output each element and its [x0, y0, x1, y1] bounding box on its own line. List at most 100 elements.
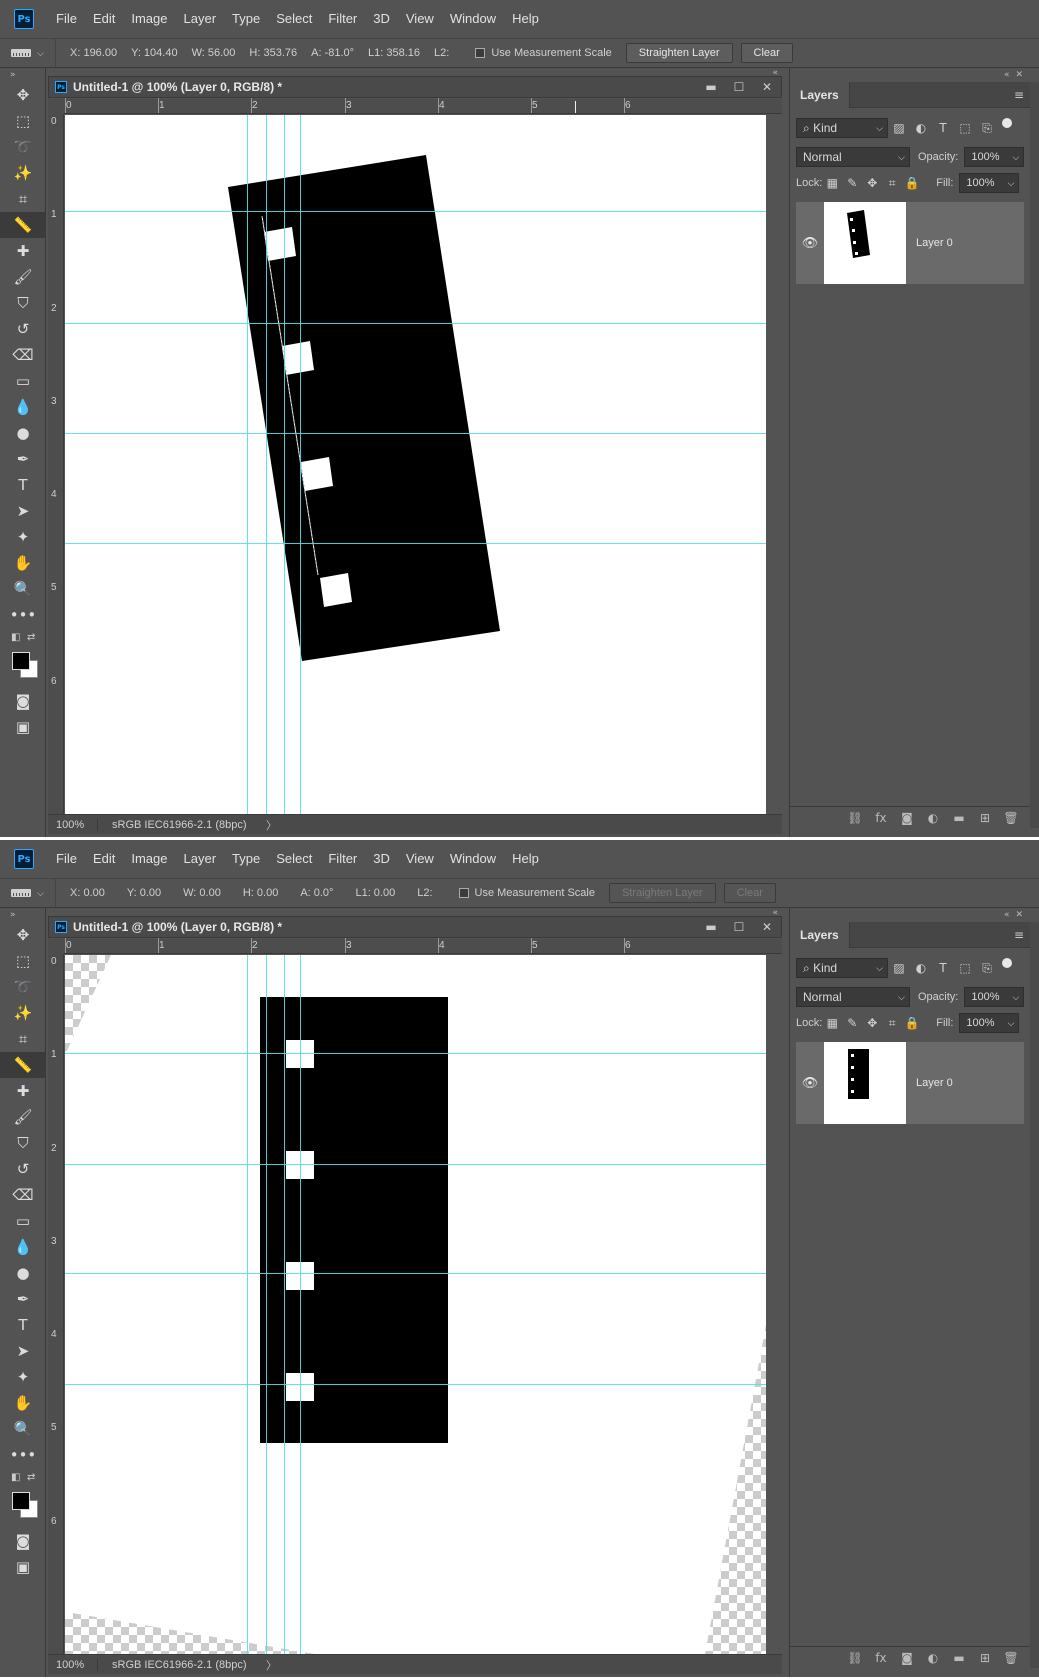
canvas[interactable]	[65, 955, 766, 1654]
layer-style-icon[interactable]: fx	[868, 1651, 894, 1665]
screen-mode-icon[interactable]: ▣	[0, 714, 46, 740]
kind-filter-select[interactable]: ⌕ Kind ⌵	[796, 118, 888, 138]
gradient-tool-icon[interactable]: ▭	[0, 1208, 46, 1234]
more-tools-icon[interactable]: •••	[0, 602, 46, 628]
gradient-tool-icon[interactable]: ▭	[0, 368, 46, 394]
opacity-input[interactable]: 100% ⌵	[964, 147, 1025, 167]
new-group-icon[interactable]: ▬	[946, 1651, 972, 1665]
close-icon[interactable]: ✕	[753, 920, 781, 934]
use-measurement-scale-checkbox[interactable]: Use Measurement Scale	[458, 887, 595, 899]
menu-window[interactable]: Window	[442, 0, 504, 38]
horizontal-guide[interactable]	[65, 1164, 766, 1165]
hand-tool-icon[interactable]: ✋	[0, 1390, 46, 1416]
menu-view[interactable]: View	[398, 840, 442, 878]
menu-image[interactable]: Image	[123, 0, 175, 38]
delete-layer-icon[interactable]: 🗑	[998, 1651, 1024, 1665]
eraser-tool-icon[interactable]: ⌫	[0, 342, 46, 368]
canvas-area[interactable]	[65, 955, 766, 1654]
tab-layers[interactable]: Layers	[790, 922, 850, 948]
zoom-tool-icon[interactable]: 🔍	[0, 576, 46, 602]
tool-preset-picker[interactable]: ⌵	[0, 879, 56, 907]
type-tool-icon[interactable]: T	[0, 472, 46, 498]
photoshop-logo-icon[interactable]: Ps	[14, 849, 34, 869]
horizontal-guide[interactable]	[65, 211, 766, 212]
magic-wand-tool-icon[interactable]: ✨	[0, 160, 46, 186]
lock-position-icon[interactable]: ✥	[862, 1016, 882, 1030]
horizontal-guide[interactable]	[65, 1053, 766, 1054]
menu-type[interactable]: Type	[224, 840, 268, 878]
lock-artboard-icon[interactable]: ⌗	[882, 176, 902, 191]
canvas-area[interactable]	[65, 115, 766, 814]
layer-thumbnail[interactable]	[824, 202, 906, 284]
ruler-origin[interactable]	[48, 99, 64, 114]
menu-3d[interactable]: 3D	[365, 0, 398, 38]
vertical-ruler[interactable]: 0 1 2 3 4 5 6	[48, 954, 64, 1654]
clone-stamp-tool-icon[interactable]: ⛉	[0, 290, 46, 316]
dodge-tool-icon[interactable]: ●	[0, 420, 46, 446]
fill-input[interactable]: 100% ⌵	[959, 1013, 1020, 1033]
vertical-guide[interactable]	[266, 115, 267, 814]
maximize-icon[interactable]: ☐	[725, 80, 753, 94]
type-tool-icon[interactable]: T	[0, 1312, 46, 1338]
panel-scrollbar[interactable]	[1030, 922, 1039, 1668]
custom-shape-tool-icon[interactable]: ✦	[0, 524, 46, 550]
vertical-guide[interactable]	[300, 955, 301, 1654]
horizontal-guide[interactable]	[65, 543, 766, 544]
menu-layer[interactable]: Layer	[176, 840, 225, 878]
default-colors-icon[interactable]: ◧	[11, 632, 20, 643]
link-layers-icon[interactable]: ⛓	[842, 1651, 868, 1665]
horizontal-guide[interactable]	[65, 1273, 766, 1274]
lock-all-icon[interactable]: 🔒	[902, 176, 922, 190]
straighten-layer-button[interactable]: Straighten Layer	[608, 883, 716, 903]
menu-file[interactable]: File	[48, 840, 85, 878]
filter-toggle[interactable]	[1002, 118, 1012, 128]
ruler-tool-icon[interactable]: 📏	[0, 1052, 46, 1078]
lock-transparent-icon[interactable]: ▦	[822, 1016, 842, 1030]
menu-layer[interactable]: Layer	[176, 0, 225, 38]
image-filter-icon[interactable]: ▨	[888, 121, 910, 135]
panel-collapse-icon[interactable]: «✕	[1004, 910, 1029, 920]
marquee-tool-icon[interactable]: ⬚	[0, 948, 46, 974]
path-selection-tool-icon[interactable]: ➤	[0, 1338, 46, 1364]
lasso-tool-icon[interactable]: ➰	[0, 134, 46, 160]
blend-mode-select[interactable]: Normal ⌵	[796, 147, 910, 167]
lock-transparent-icon[interactable]: ▦	[822, 176, 842, 190]
image-filter-icon[interactable]: ▨	[888, 961, 910, 975]
minimize-icon[interactable]: ▬	[697, 80, 725, 94]
menu-3d[interactable]: 3D	[365, 840, 398, 878]
tab-layers[interactable]: Layers	[790, 82, 850, 108]
eye-icon[interactable]: 👁	[796, 1076, 824, 1091]
close-icon[interactable]: ✕	[753, 80, 781, 94]
vertical-guide[interactable]	[247, 955, 248, 1654]
type-filter-icon[interactable]: T	[932, 961, 954, 975]
eraser-tool-icon[interactable]: ⌫	[0, 1182, 46, 1208]
menu-view[interactable]: View	[398, 0, 442, 38]
history-brush-tool-icon[interactable]: ↺	[0, 316, 46, 342]
ruler-origin[interactable]	[48, 939, 64, 954]
more-tools-icon[interactable]: •••	[0, 1442, 46, 1468]
path-selection-tool-icon[interactable]: ➤	[0, 498, 46, 524]
magic-wand-tool-icon[interactable]: ✨	[0, 1000, 46, 1026]
horizontal-guide[interactable]	[65, 433, 766, 434]
add-mask-icon[interactable]: ◙	[894, 811, 920, 825]
collapse-icon[interactable]: »	[0, 68, 45, 82]
zoom-tool-icon[interactable]: 🔍	[0, 1416, 46, 1442]
eye-icon[interactable]: 👁	[796, 236, 824, 251]
adjustment-layer-icon[interactable]: ◐	[920, 811, 946, 825]
shape-filter-icon[interactable]: ⬚	[954, 121, 976, 135]
lasso-tool-icon[interactable]: ➰	[0, 974, 46, 1000]
kind-filter-select[interactable]: ⌕ Kind ⌵	[796, 958, 888, 978]
screen-mode-icon[interactable]: ▣	[0, 1554, 46, 1580]
ruler-tool-icon[interactable]: 📏	[0, 212, 46, 238]
menu-help[interactable]: Help	[504, 840, 547, 878]
shape-filter-icon[interactable]: ⬚	[954, 961, 976, 975]
healing-brush-tool-icon[interactable]: ✚	[0, 1078, 46, 1104]
blur-tool-icon[interactable]: 💧	[0, 394, 46, 420]
swap-colors-icon[interactable]: ⇄	[27, 1472, 35, 1483]
layer-row[interactable]: 👁 Layer 0	[796, 202, 1024, 284]
hand-tool-icon[interactable]: ✋	[0, 550, 46, 576]
smart-object-filter-icon[interactable]: ⎘	[976, 121, 998, 136]
crop-tool-icon[interactable]: ⌗	[0, 1026, 46, 1052]
menu-select[interactable]: Select	[268, 840, 320, 878]
horizontal-ruler[interactable]: 0 1 2 3 4 5 6	[64, 938, 782, 954]
